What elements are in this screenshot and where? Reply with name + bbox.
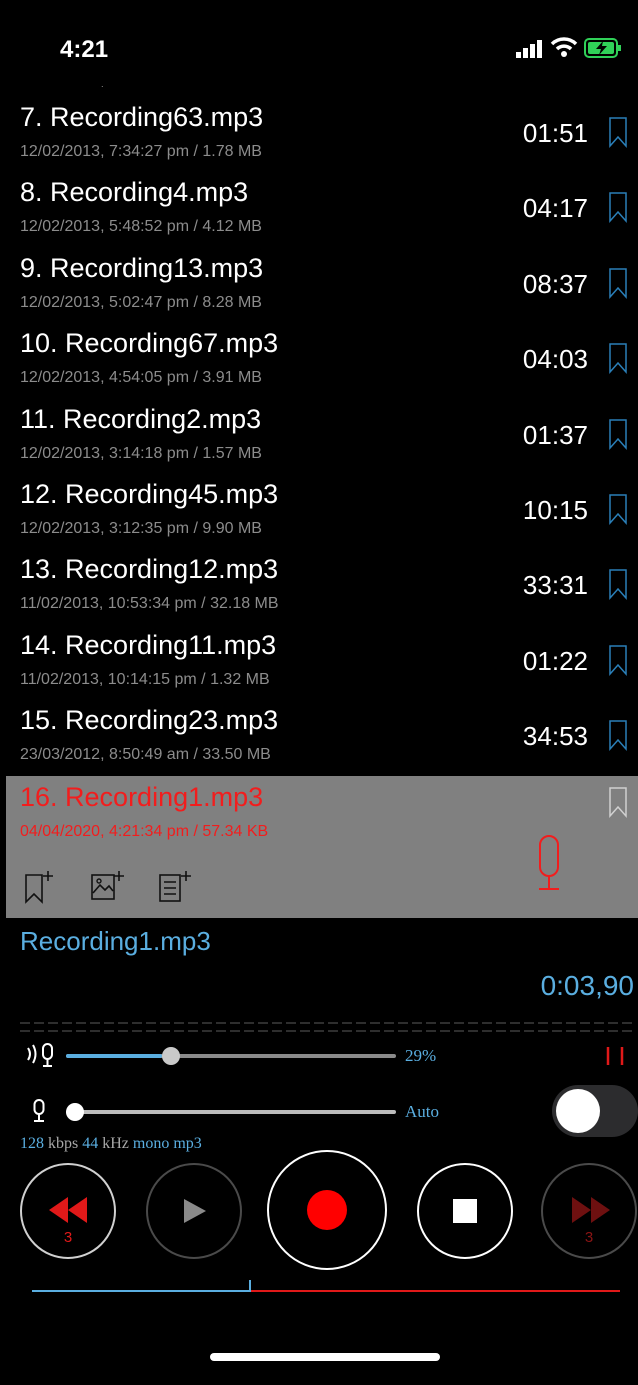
recording-duration: 01:51 <box>522 118 588 148</box>
record-button[interactable] <box>267 1150 387 1270</box>
wifi-icon <box>550 37 578 57</box>
microphone-level-icon <box>33 1099 45 1122</box>
battery-charging-icon <box>584 38 621 58</box>
recording-duration: 33:31 <box>522 570 588 601</box>
bookmark-icon[interactable] <box>608 719 628 752</box>
list-item[interactable]: 8. Recording4.mp3 12/02/2013, 5:48:52 pm … <box>6 177 638 254</box>
signal-icon <box>516 40 542 58</box>
bookmark-icon[interactable] <box>608 116 628 148</box>
add-bookmark-icon[interactable] <box>24 869 58 905</box>
bookmark-icon[interactable] <box>608 342 628 375</box>
home-indicator <box>210 1353 440 1361</box>
recording-duration: 04:03 <box>522 344 588 375</box>
rewind-icon <box>49 1197 87 1223</box>
play-button[interactable] <box>146 1163 242 1259</box>
fast-forward-icon <box>572 1197 610 1223</box>
add-image-icon[interactable] <box>90 869 126 905</box>
list-item[interactable]: 15. Recording23.mp3 23/03/2012, 8:50:49 a… <box>6 705 638 782</box>
selected-recording-row[interactable]: 16. Recording1.mp3 04/04/2020, 4:21:34 p… <box>6 776 638 918</box>
bookmark-icon[interactable] <box>608 418 628 450</box>
recording-meta: 12/02/2013, 7:34:27 pm / 1.78 MB <box>20 143 262 160</box>
microphone-icon <box>539 835 559 890</box>
microphone-level-value: Auto <box>405 1102 439 1121</box>
rewind-button[interactable]: 3 <box>20 1163 116 1259</box>
list-item[interactable]: 12. Recording45.mp3 12/02/2013, 3:12:35 p… <box>6 479 638 556</box>
recording-meta: 12/02/2013, 5:02:47 pm / 8.28 MB <box>20 293 262 311</box>
recording-title: 11. Recording2.mp3 <box>20 403 262 434</box>
recording-duration: 01:22 <box>522 645 588 676</box>
audio-format: mp3 <box>173 1135 202 1152</box>
input-gain-value: 29% <box>405 1046 437 1065</box>
recording-title: 8. Recording4.mp3 <box>20 177 249 208</box>
bookmark-icon[interactable] <box>608 644 628 676</box>
input-gain-slider[interactable] <box>66 1044 396 1068</box>
bookmark-icon[interactable] <box>608 493 628 525</box>
recording-title: 10. Recording67.mp3 <box>20 328 279 359</box>
channels: mono <box>132 1135 170 1152</box>
list-item[interactable]: 13. Recording12.mp3 11/02/2013, 10:53:34 … <box>6 554 638 631</box>
recording-title: 9. Recording13.mp3 <box>20 252 264 283</box>
recording-title: 14. Recording11.mp3 <box>20 629 277 660</box>
bitrate-unit: kbps <box>48 1135 79 1152</box>
add-note-icon[interactable] <box>158 869 194 905</box>
recording-format-info: 128 kbps 44 kHz mono mp3 <box>20 1135 202 1153</box>
recording-duration: 10:15 <box>522 495 588 525</box>
bookmark-icon[interactable] <box>608 568 628 601</box>
list-item[interactable]: 10. Recording67.mp3 12/02/2013, 4:54:05 p… <box>6 328 638 405</box>
recording-meta: 12/02/2013, 4:54:05 pm / 3.91 MB <box>20 369 262 387</box>
recording-meta: 23/03/2012, 8:50:49 am / 33.50 MB <box>20 746 271 764</box>
forward-step: 3 <box>584 1229 594 1246</box>
recording-meta: 12/02/2013, 3:12:35 pm / 9.90 MB <box>20 520 262 537</box>
app-screen: 4:21 20/03/2013, 1:30:45 am / 3.80 MB 7.… <box>6 8 638 1385</box>
bookmark-icon[interactable] <box>608 786 628 818</box>
status-bar: 4:21 <box>6 8 638 86</box>
recording-duration: 01:37 <box>522 419 588 450</box>
recording-duration: 04:17 <box>522 193 588 224</box>
current-file-name: Recording1.mp3 <box>20 926 211 956</box>
slider-thumb[interactable] <box>66 1103 84 1121</box>
list-item[interactable]: 9. Recording13.mp3 12/02/2013, 5:02:47 pm… <box>6 253 638 330</box>
fast-forward-button[interactable]: 3 <box>541 1163 637 1259</box>
recording-meta: 12/02/2013, 3:14:18 pm / 1.57 MB <box>20 444 262 462</box>
input-gain-icon <box>27 1043 53 1067</box>
record-icon <box>307 1190 347 1230</box>
recording-meta: 11/02/2013, 10:14:15 pm / 1.32 MB <box>20 670 270 688</box>
recording-title: 12. Recording45.mp3 <box>20 479 279 509</box>
rewind-step: 3 <box>63 1229 73 1246</box>
bookmark-icon[interactable] <box>608 191 628 224</box>
recording-duration: 08:37 <box>522 268 588 299</box>
status-time: 4:21 <box>60 36 109 63</box>
bookmark-icon[interactable] <box>608 267 628 299</box>
sample-rate: 44 <box>82 1135 99 1152</box>
slider-thumb[interactable] <box>162 1047 180 1065</box>
stop-icon <box>453 1199 477 1223</box>
play-icon <box>184 1199 206 1223</box>
elapsed-time: 0:03,90 <box>540 970 634 1001</box>
microphone-level-slider[interactable] <box>66 1100 396 1124</box>
list-item[interactable]: 14. Recording11.mp3 11/02/2013, 10:14:15 … <box>6 630 638 707</box>
recording-title: 15. Recording23.mp3 <box>20 705 279 736</box>
progress-marker[interactable] <box>249 1280 251 1292</box>
stop-button[interactable] <box>417 1163 513 1259</box>
recording-title: 16. Recording1.mp3 <box>20 782 264 812</box>
recording-title: 13. Recording12.mp3 <box>20 554 279 585</box>
recording-meta: 04/04/2020, 4:21:34 pm / 57.34 KB <box>20 823 269 840</box>
recording-meta: 12/02/2013, 5:48:52 pm / 4.12 MB <box>20 218 262 236</box>
pause-recording-icon[interactable] <box>604 1045 626 1067</box>
recording-title: 7. Recording63.mp3 <box>20 102 264 132</box>
recording-duration: 34:53 <box>522 721 588 752</box>
recording-meta: 11/02/2013, 10:53:34 pm / 32.18 MB <box>20 595 279 613</box>
waveform <box>20 1022 634 1032</box>
sample-rate-unit: kHz <box>102 1135 129 1152</box>
auto-level-toggle[interactable] <box>552 1085 638 1137</box>
list-item[interactable]: 11. Recording2.mp3 12/02/2013, 3:14:18 pm… <box>6 404 638 481</box>
list-item[interactable]: 7. Recording63.mp3 12/02/2013, 7:34:27 pm… <box>6 102 638 179</box>
bitrate: 128 <box>20 1135 44 1152</box>
playback-progress[interactable] <box>32 1280 620 1300</box>
